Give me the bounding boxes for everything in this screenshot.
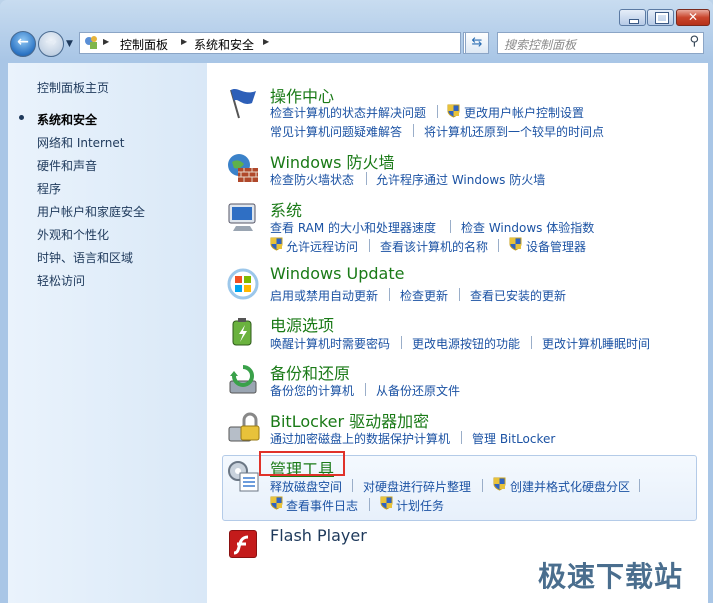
link-sleep-time[interactable]: 更改计算机睡眠时间 [542, 335, 650, 352]
breadcrumb-system-security[interactable]: 系统和安全 [194, 36, 254, 53]
category-title[interactable]: BitLocker 驱动器加密 [270, 408, 429, 432]
search-box[interactable]: 搜索控制面板 ⚲ [497, 32, 704, 54]
close-button[interactable] [676, 9, 710, 26]
uac-shield-icon [509, 237, 522, 251]
control-panel-icon [85, 36, 97, 49]
uac-shield-icon [270, 237, 283, 251]
forward-button[interactable]: → [38, 31, 64, 57]
sidebar-item-hardware[interactable]: 硬件和声音 [37, 157, 97, 174]
breadcrumb-arrow-icon[interactable]: ▶ [181, 37, 187, 46]
sidebar-home-link[interactable]: 控制面板主页 [37, 79, 109, 96]
sidebar: 控制面板主页 系统和安全 网络和 Internet 硬件和声音 程序 用户帐户和… [8, 63, 207, 603]
link-computer-name[interactable]: 查看该计算机的名称 [380, 238, 488, 255]
link-separator [461, 431, 462, 444]
refresh-button[interactable]: ⇆ [465, 32, 489, 54]
maximize-button[interactable] [647, 9, 674, 26]
link-separator [369, 498, 370, 511]
link-disk-partition[interactable]: 创建并格式化硬盘分区 [510, 478, 630, 495]
link-installed-updates[interactable]: 查看已安装的更新 [470, 287, 566, 304]
category-title[interactable]: Windows 防火墙 [270, 149, 395, 173]
link-check-updates[interactable]: 检查更新 [400, 287, 448, 304]
link-disk-cleanup[interactable]: 释放磁盘空间 [270, 478, 342, 495]
forward-arrow-icon: → [45, 34, 57, 50]
active-bullet [19, 115, 24, 120]
link-separator [389, 288, 390, 301]
link-device-manager[interactable]: 设备管理器 [526, 238, 586, 255]
backup-icon [229, 365, 257, 394]
computer-icon [228, 203, 256, 231]
link-restore-files[interactable]: 从备份还原文件 [376, 382, 460, 399]
link-separator [498, 239, 499, 252]
uac-shield-icon [447, 104, 460, 118]
link-separator [531, 336, 532, 349]
link-uac-settings[interactable]: 更改用户帐户控制设置 [464, 104, 584, 121]
category-title[interactable]: 电源选项 [270, 312, 334, 336]
sidebar-item-appearance[interactable]: 外观和个性化 [37, 226, 109, 243]
link-separator [352, 479, 353, 492]
battery-icon [232, 318, 252, 346]
flash-icon [229, 530, 257, 558]
category-title[interactable]: Flash Player [270, 526, 367, 545]
sidebar-item-ease-of-access[interactable]: 轻松访问 [37, 272, 85, 289]
uac-shield-icon [493, 477, 506, 491]
link-event-log[interactable]: 查看事件日志 [286, 497, 358, 514]
breadcrumb-arrow-icon[interactable]: ▶ [263, 37, 269, 46]
firewall-icon [228, 154, 258, 182]
link-separator [365, 383, 366, 396]
flag-icon [230, 89, 256, 119]
link-scheduled-tasks[interactable]: 计划任务 [396, 497, 444, 514]
link-separator [366, 172, 367, 185]
link-separator [450, 220, 451, 233]
history-dropdown-icon[interactable]: ▼ [66, 39, 73, 49]
link-separator [437, 105, 438, 118]
windows-update-icon [227, 268, 259, 300]
sidebar-item-network[interactable]: 网络和 Internet [37, 134, 124, 151]
back-button[interactable]: ← [10, 31, 36, 57]
category-title[interactable]: 备份和还原 [270, 360, 350, 384]
link-check-status[interactable]: 检查计算机的状态并解决问题 [270, 104, 426, 121]
link-allow-program[interactable]: 允许程序通过 Windows 防火墙 [376, 171, 545, 188]
back-arrow-icon: ← [17, 34, 29, 50]
uac-shield-icon [380, 496, 393, 510]
link-separator [459, 288, 460, 301]
breadcrumb-arrow-icon[interactable]: ▶ [103, 37, 109, 46]
link-separator [413, 124, 414, 137]
link-restore-point[interactable]: 将计算机还原到一个较早的时间点 [424, 123, 604, 140]
sidebar-item-user-accounts[interactable]: 用户帐户和家庭安全 [37, 203, 145, 220]
admin-tools-icon [228, 461, 259, 492]
link-troubleshoot[interactable]: 常见计算机问题疑难解答 [270, 123, 402, 140]
address-bar[interactable]: ▶ 控制面板 ▶ 系统和安全 ▶ [79, 32, 461, 54]
search-icon[interactable]: ⚲ [689, 34, 699, 49]
watermark-text: 极速下载站 [538, 560, 684, 593]
link-separator [369, 239, 370, 252]
category-title[interactable]: 系统 [270, 197, 302, 221]
sidebar-item-system-security[interactable]: 系统和安全 [37, 111, 97, 128]
link-power-button[interactable]: 更改电源按钮的功能 [412, 335, 520, 352]
link-auto-update[interactable]: 启用或禁用自动更新 [270, 287, 378, 304]
uac-shield-icon [270, 496, 283, 510]
link-separator [401, 336, 402, 349]
link-ram-cpu[interactable]: 查看 RAM 的大小和处理器速度 [270, 219, 436, 236]
link-separator [482, 479, 483, 492]
bitlocker-icon [228, 412, 260, 442]
sidebar-item-programs[interactable]: 程序 [37, 180, 61, 197]
link-firewall-status[interactable]: 检查防火墙状态 [270, 171, 354, 188]
link-defragment[interactable]: 对硬盘进行碎片整理 [363, 478, 471, 495]
link-backup-computer[interactable]: 备份您的计算机 [270, 382, 354, 399]
search-input[interactable]: 搜索控制面板 [504, 36, 576, 53]
link-experience-index[interactable]: 检查 Windows 体验指数 [461, 219, 594, 236]
link-wake-password[interactable]: 唤醒计算机时需要密码 [270, 335, 390, 352]
minimize-button[interactable] [619, 9, 646, 26]
breadcrumb-control-panel[interactable]: 控制面板 [120, 36, 168, 53]
link-manage-bitlocker[interactable]: 管理 BitLocker [472, 430, 555, 447]
link-separator [639, 479, 640, 492]
link-remote-access[interactable]: 允许远程访问 [286, 238, 358, 255]
red-highlight-box [259, 451, 345, 476]
category-title[interactable]: Windows Update [270, 264, 404, 283]
sidebar-item-clock-region[interactable]: 时钟、语言和区域 [37, 249, 133, 266]
link-encrypt-disk[interactable]: 通过加密磁盘上的数据保护计算机 [270, 430, 450, 447]
